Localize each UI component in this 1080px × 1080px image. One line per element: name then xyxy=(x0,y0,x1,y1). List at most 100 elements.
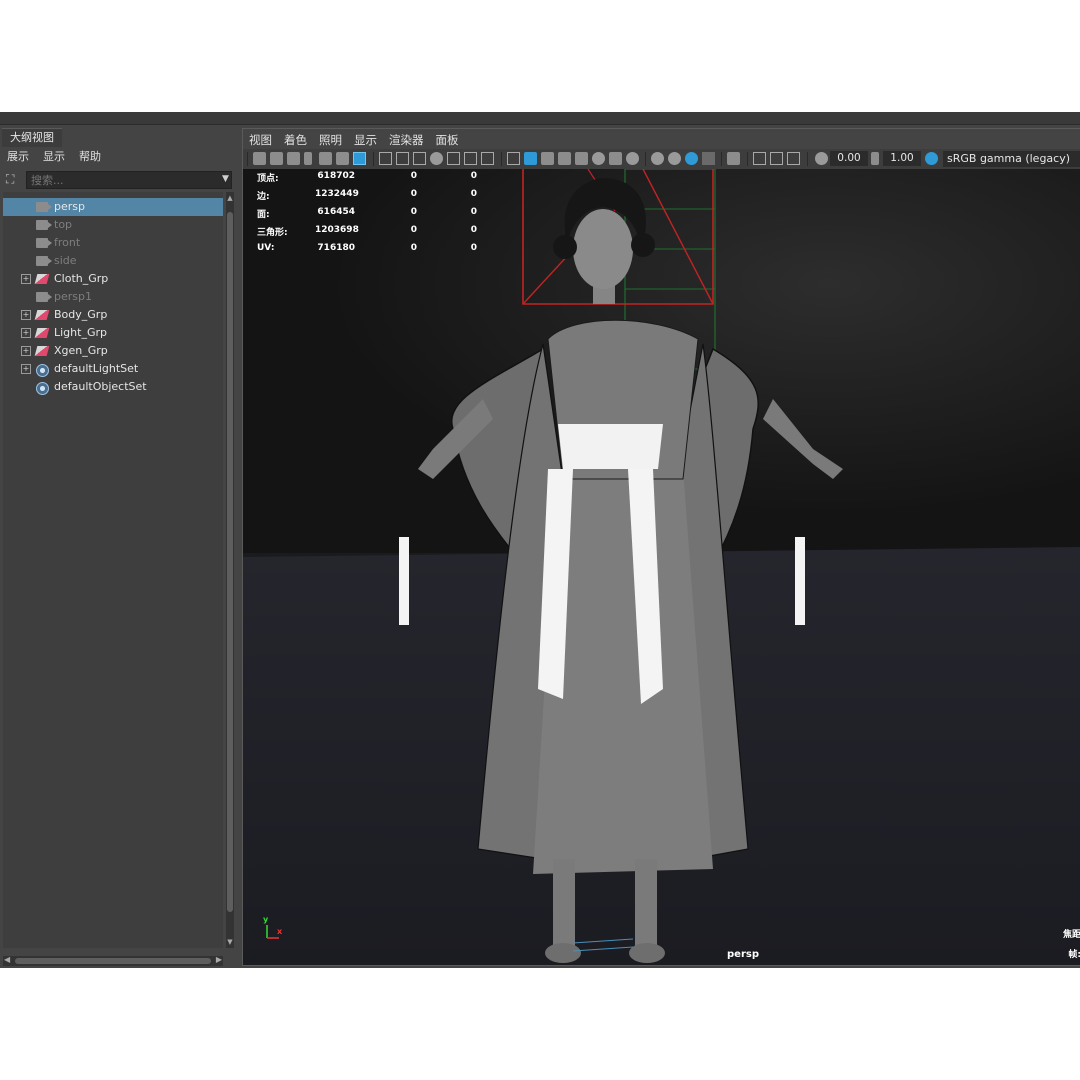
panel-toolbar: 0.00 1.00 sRGB gamma (legacy) xyxy=(243,149,1080,169)
outliner-item-label: Xgen_Grp xyxy=(54,344,108,357)
outliner-item[interactable]: front xyxy=(3,234,223,252)
vscroll-thumb[interactable] xyxy=(227,212,233,912)
default-material-icon[interactable] xyxy=(558,152,571,165)
wireframe-icon[interactable] xyxy=(507,152,520,165)
outliner-item[interactable]: + Body_Grp xyxy=(3,306,223,324)
scroll-right-icon[interactable]: ▶ xyxy=(216,955,222,964)
view-transform-select[interactable]: sRGB gamma (legacy) xyxy=(943,151,1080,167)
bookmark-icon[interactable] xyxy=(287,152,300,165)
exposure-field[interactable]: 0.00 xyxy=(830,151,868,166)
shadows-icon[interactable] xyxy=(609,152,622,165)
camera-attributes-icon[interactable] xyxy=(270,152,283,165)
film-gate-icon[interactable] xyxy=(396,152,409,165)
hud-value: 716180 xyxy=(317,243,355,253)
exposure-icon[interactable] xyxy=(815,152,828,165)
expand-icon[interactable]: + xyxy=(21,328,31,338)
gamma-field[interactable]: 1.00 xyxy=(883,151,921,166)
outliner-item-label: defaultLightSet xyxy=(54,362,139,375)
menu-display[interactable]: 展示 xyxy=(0,148,36,166)
hud-value: 0 xyxy=(470,171,477,181)
menu-help[interactable]: 帮助 xyxy=(72,148,108,166)
frame-label: 帧: xyxy=(1068,950,1080,960)
hud-row: UV: 716180 0 0 xyxy=(257,243,497,261)
xray-joints-icon[interactable] xyxy=(668,152,681,165)
color-management-icon[interactable] xyxy=(925,152,938,165)
expand-icon[interactable]: + xyxy=(21,274,31,284)
focal-length-label: 焦距 xyxy=(1062,930,1080,940)
outliner-item[interactable]: + Xgen_Grp xyxy=(3,342,223,360)
safe-action-icon[interactable] xyxy=(464,152,477,165)
hud-value: 1232449 xyxy=(315,189,359,199)
filter-icon[interactable]: ⛶ xyxy=(6,172,20,186)
expand-icon[interactable]: + xyxy=(21,346,31,356)
textured-icon[interactable] xyxy=(575,152,588,165)
outliner-item[interactable]: + Light_Grp xyxy=(3,324,223,342)
gate-mask-icon[interactable] xyxy=(430,152,443,165)
scroll-up-icon[interactable]: ▲ xyxy=(226,194,234,202)
image-plane-icon[interactable] xyxy=(304,152,312,165)
menu-shading[interactable]: 着色 xyxy=(278,129,313,149)
hud-label: 面: xyxy=(257,210,270,220)
scroll-left-icon[interactable]: ◀ xyxy=(4,955,10,964)
expand-icon[interactable]: + xyxy=(21,364,31,374)
outliner-item[interactable]: defaultObjectSet xyxy=(3,378,223,396)
hud-value: 0 xyxy=(410,225,417,235)
hud-value: 0 xyxy=(410,207,417,217)
hud-label: UV: xyxy=(257,243,275,253)
hud-row: 顶点: 618702 0 0 xyxy=(257,171,497,189)
menu-show[interactable]: 显示 xyxy=(36,148,72,166)
backface-culling-icon[interactable] xyxy=(702,152,715,165)
group-icon xyxy=(34,328,50,338)
select-camera-icon[interactable] xyxy=(253,152,266,165)
camera-icon xyxy=(36,256,52,266)
camera-icon xyxy=(36,292,52,302)
outliner-item[interactable]: persp1 xyxy=(3,288,223,306)
camera-name-label: persp xyxy=(727,949,759,960)
menu-show[interactable]: 显示 xyxy=(348,129,383,149)
multisample-icon[interactable] xyxy=(770,152,783,165)
outliner-hscrollbar[interactable]: ◀ ▶ xyxy=(3,955,223,966)
xray-active-icon[interactable] xyxy=(685,152,698,165)
outliner-item[interactable]: side xyxy=(3,252,223,270)
screen-space-icon[interactable] xyxy=(787,152,800,165)
smooth-shade-icon[interactable] xyxy=(524,152,537,165)
outliner-item[interactable]: + Cloth_Grp xyxy=(3,270,223,288)
scroll-down-icon[interactable]: ▼ xyxy=(226,938,234,946)
outliner-list: persp top front side + Cloth_Grp persp1 + Body_G… xyxy=(3,192,223,948)
grease-pencil-icon[interactable] xyxy=(336,152,349,165)
use-all-lights-icon[interactable] xyxy=(592,152,605,165)
menu-view[interactable]: 视图 xyxy=(243,129,278,149)
camera-icon xyxy=(36,220,52,230)
outliner-vscrollbar[interactable]: ▲ ▼ xyxy=(226,192,234,948)
show-hud-icon[interactable] xyxy=(753,152,766,165)
xray-icon[interactable] xyxy=(651,152,664,165)
2d-pan-zoom-icon[interactable] xyxy=(319,152,332,165)
hud-value: 0 xyxy=(470,207,477,217)
ambient-occlusion-icon[interactable] xyxy=(626,152,639,165)
safe-title-icon[interactable] xyxy=(481,152,494,165)
outliner-item[interactable]: top xyxy=(3,216,223,234)
title-strip xyxy=(0,112,1080,125)
resolution-gate-icon[interactable] xyxy=(413,152,426,165)
grid-icon[interactable] xyxy=(379,152,392,165)
search-input[interactable] xyxy=(26,171,232,189)
outliner-item[interactable]: + defaultLightSet xyxy=(3,360,223,378)
isolate-select-icon[interactable] xyxy=(727,152,740,165)
menu-lighting[interactable]: 照明 xyxy=(313,129,348,149)
hscroll-thumb[interactable] xyxy=(15,958,211,964)
scene-render xyxy=(243,169,1080,965)
gamma-icon[interactable] xyxy=(871,152,879,165)
expand-icon[interactable]: + xyxy=(21,310,31,320)
outliner-tab[interactable]: 大纲视图 xyxy=(2,128,62,147)
outliner-item[interactable]: persp xyxy=(3,198,223,216)
chevron-down-icon[interactable]: ▼ xyxy=(222,172,234,186)
menu-panels[interactable]: 面板 xyxy=(430,129,465,149)
viewport-menubar: 视图 着色 照明 显示 渲染器 面板 xyxy=(243,129,1080,149)
viewport-panel: 视图 着色 照明 显示 渲染器 面板 0.00 1.00 sRGB gamma … xyxy=(242,128,1080,966)
hud-value: 618702 xyxy=(317,171,355,181)
field-chart-icon[interactable] xyxy=(447,152,460,165)
wireframe-on-shaded-icon[interactable] xyxy=(541,152,554,165)
pencil-icon[interactable] xyxy=(353,152,366,165)
menu-renderer[interactable]: 渲染器 xyxy=(383,129,430,149)
3d-viewport[interactable]: 顶点: 618702 0 0 边: 1232449 0 0 面: 616454 0 0 三角形: 1203… xyxy=(243,169,1080,965)
